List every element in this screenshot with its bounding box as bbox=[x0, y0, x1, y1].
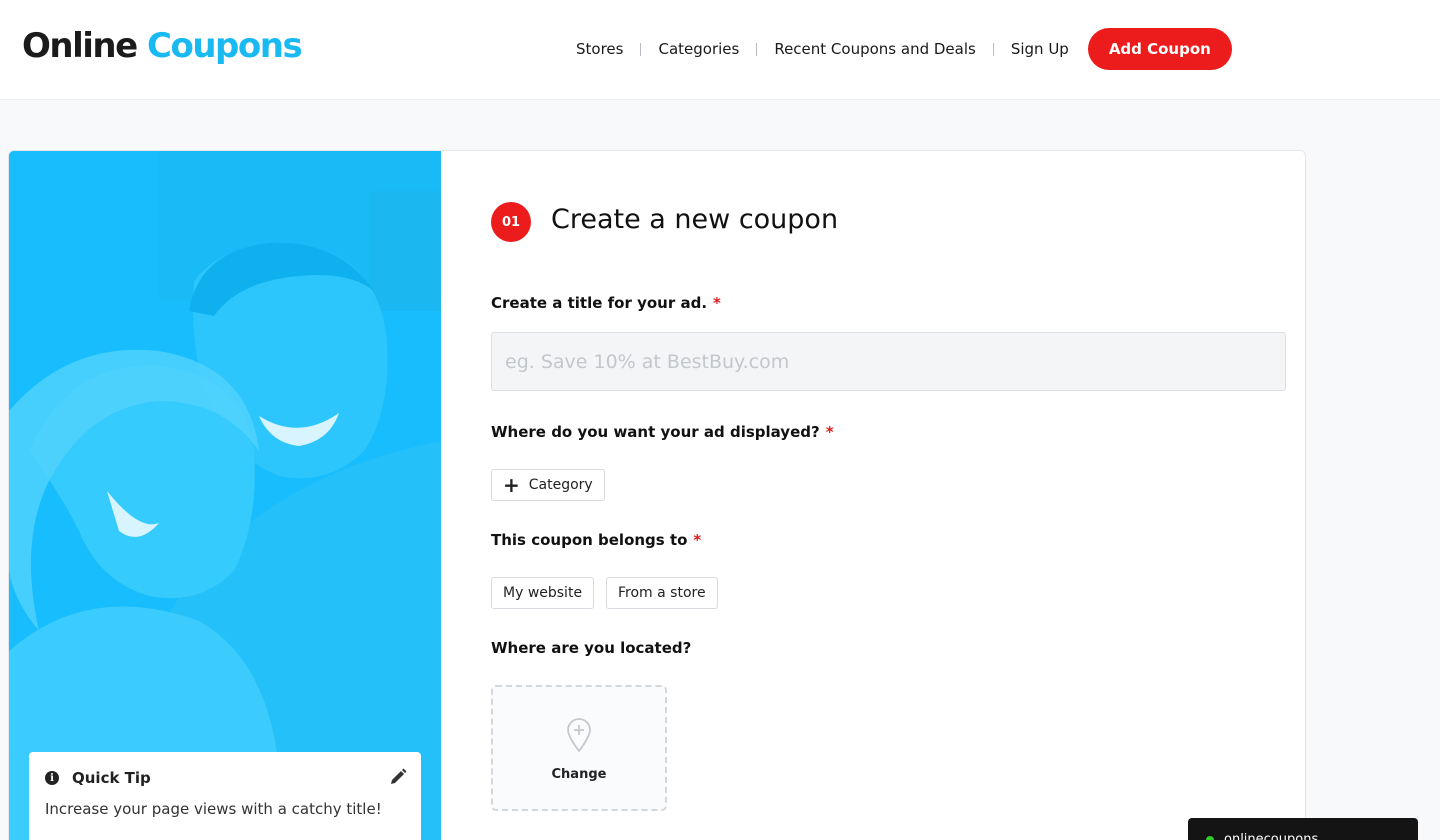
ad-title-input[interactable] bbox=[491, 332, 1286, 391]
quick-tip-text: Increase your page views with a catchy t… bbox=[45, 800, 382, 818]
nav-categories[interactable]: Categories bbox=[658, 40, 739, 58]
plus-icon: + bbox=[503, 473, 520, 497]
map-pin-plus-icon bbox=[567, 718, 591, 753]
couple-photo bbox=[9, 151, 441, 840]
status-toast[interactable]: onlinecoupons bbox=[1188, 818, 1418, 840]
form-title: Create a new coupon bbox=[551, 204, 839, 235]
logo-word-online: Online bbox=[22, 26, 138, 66]
step-number-badge: 01 bbox=[491, 202, 531, 242]
title-label-text: Create a title for your ad. bbox=[491, 294, 708, 312]
logo-word-coupons: Coupons bbox=[147, 26, 303, 66]
main-nav: Stores Categories Recent Coupons and Dea… bbox=[576, 28, 1232, 70]
category-button-label: Category bbox=[528, 477, 593, 493]
required-mark: * bbox=[713, 294, 721, 312]
belongs-field-label: This coupon belongs to * bbox=[491, 531, 701, 549]
title-field-label: Create a title for your ad. * bbox=[491, 294, 721, 312]
change-location-label: Change bbox=[551, 767, 607, 782]
site-logo[interactable]: Online Coupons bbox=[22, 26, 303, 66]
nav-sign-up[interactable]: Sign Up bbox=[1011, 40, 1069, 58]
required-mark: * bbox=[693, 531, 702, 549]
add-coupon-button[interactable]: Add Coupon bbox=[1087, 28, 1232, 70]
display-field-label: Where do you want your ad displayed? * bbox=[491, 423, 834, 441]
required-mark: * bbox=[825, 423, 834, 441]
quick-tip-card: i Quick Tip Increase your page views wit… bbox=[29, 752, 421, 840]
location-field-label: Where are you located? bbox=[491, 639, 692, 657]
nav-divider bbox=[640, 42, 642, 56]
pencil-icon[interactable] bbox=[389, 768, 407, 786]
add-category-button[interactable]: + Category bbox=[491, 469, 605, 501]
quick-tip-title: Quick Tip bbox=[72, 769, 151, 787]
option-from-a-store[interactable]: From a store bbox=[606, 577, 718, 609]
option-my-website[interactable]: My website bbox=[491, 577, 595, 609]
nav-recent-coupons[interactable]: Recent Coupons and Deals bbox=[774, 40, 976, 58]
online-status-dot bbox=[1206, 836, 1214, 840]
info-icon: i bbox=[45, 771, 59, 785]
coupon-form-card: i Quick Tip Increase your page views wit… bbox=[8, 150, 1306, 840]
belongs-label-text: This coupon belongs to bbox=[491, 531, 688, 549]
sidebar-panel: i Quick Tip Increase your page views wit… bbox=[9, 151, 441, 840]
location-picker[interactable]: Change bbox=[491, 685, 667, 811]
site-header: Online Coupons Stores Categories Recent … bbox=[0, 0, 1440, 100]
nav-stores[interactable]: Stores bbox=[576, 40, 623, 58]
display-label-text: Where do you want your ad displayed? bbox=[491, 423, 820, 441]
nav-divider bbox=[756, 42, 758, 56]
toast-text: onlinecoupons bbox=[1224, 832, 1319, 840]
nav-divider bbox=[992, 42, 994, 56]
quick-tip-header: i Quick Tip bbox=[45, 768, 405, 788]
